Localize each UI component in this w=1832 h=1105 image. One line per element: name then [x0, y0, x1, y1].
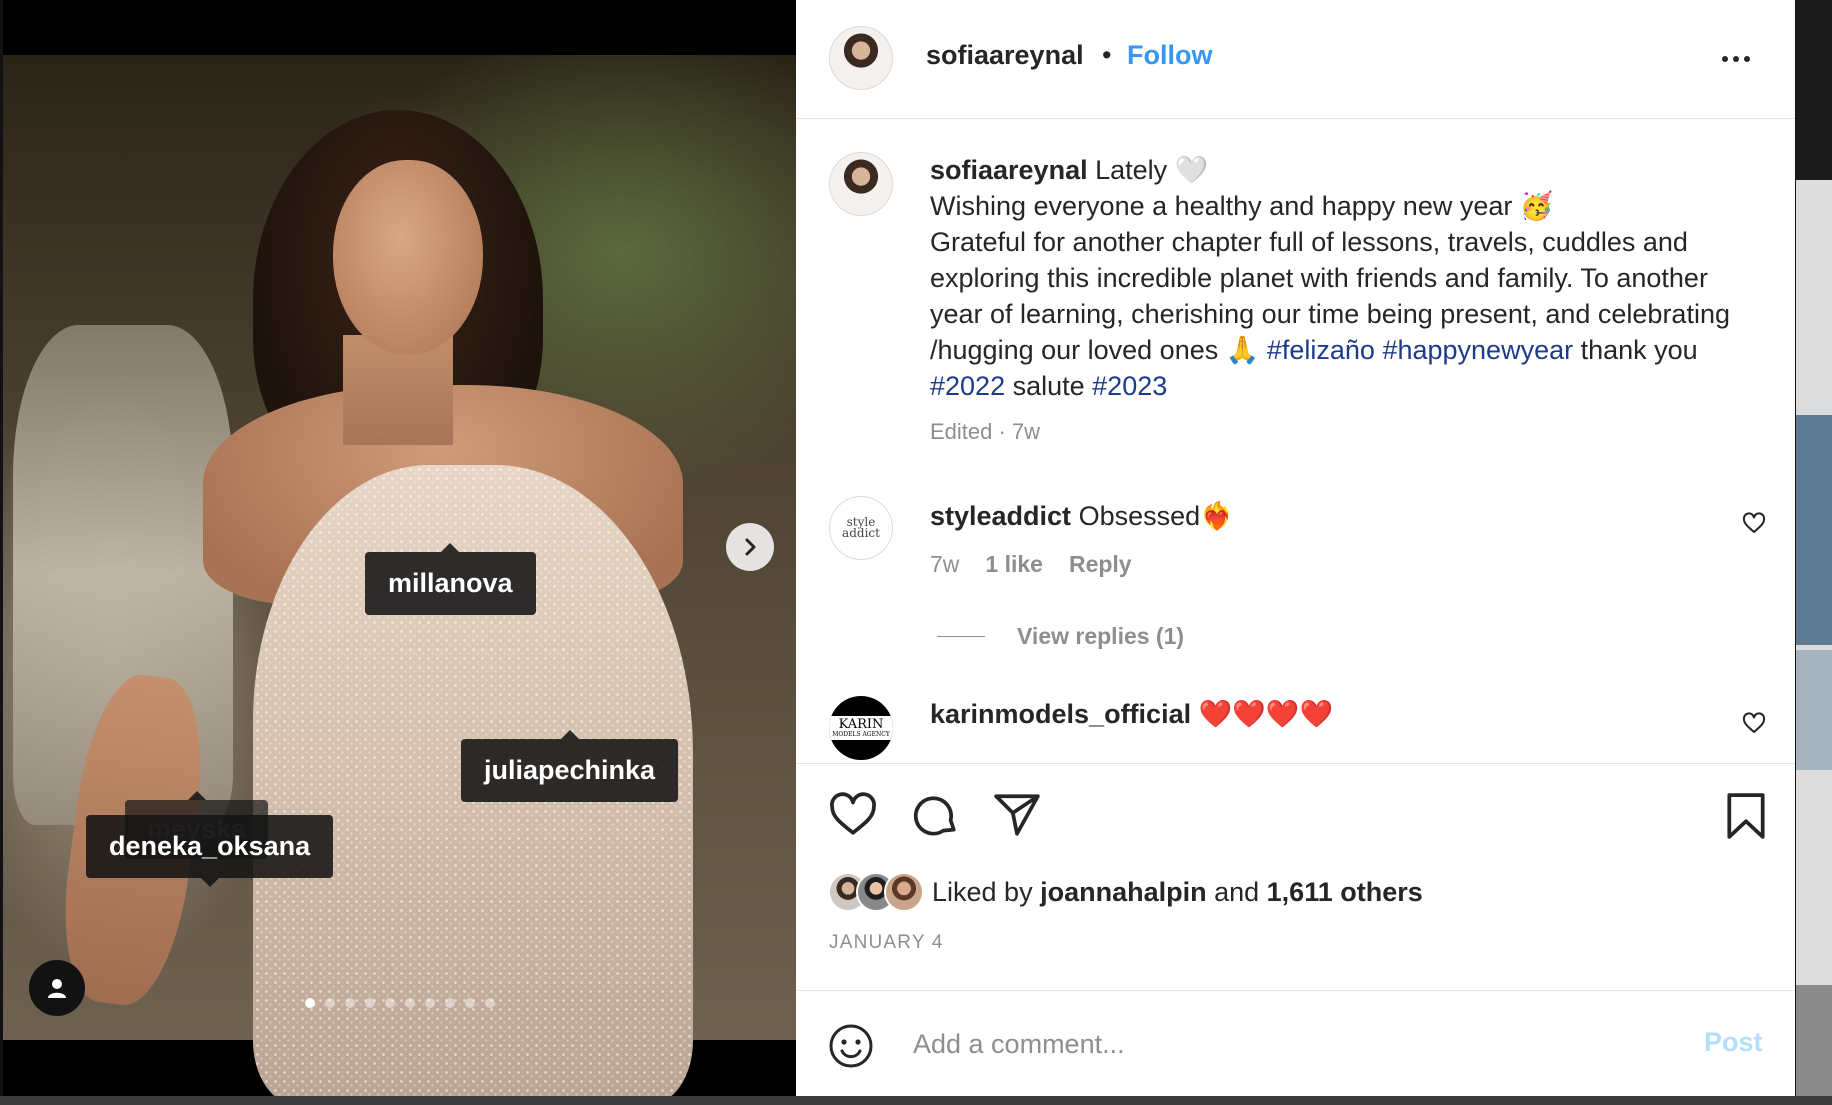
author-avatar[interactable] — [829, 26, 893, 90]
liker-username[interactable]: joannahalpin — [1040, 877, 1207, 907]
header-separator: • — [1102, 40, 1112, 70]
comment-text: Obsessed❤️‍🔥 — [1071, 501, 1234, 531]
comment-likes[interactable]: 1 like — [985, 551, 1043, 578]
caption-text-mid2: salute — [1005, 371, 1093, 401]
caption-line2: Wishing everyone a healthy and happy new… — [930, 191, 1554, 221]
comment-button[interactable] — [910, 790, 960, 845]
bookmark-icon — [1727, 793, 1765, 839]
more-options-button[interactable] — [1722, 56, 1750, 62]
commenter-avatar-karinmodels[interactable]: KARIN MODELS AGENCY — [829, 696, 893, 760]
more-horizontal-icon — [1722, 56, 1728, 62]
caption-username[interactable]: sofiaareynal — [930, 155, 1088, 185]
comment-text: ❤️❤️❤️❤️ — [1191, 699, 1334, 729]
carousel-dot — [405, 998, 415, 1008]
photo-subject-face — [333, 160, 483, 355]
like-comment-button[interactable] — [1742, 712, 1766, 741]
like-comment-button[interactable] — [1742, 512, 1766, 541]
karin-logo-text: KARIN — [838, 717, 884, 732]
user-tag-deneka-oksana[interactable]: deneka_oksana — [86, 815, 334, 887]
likes-text: Liked by joannahalpin and 1,611 others — [932, 877, 1423, 908]
hashtag-link[interactable]: #happynewyear — [1382, 335, 1573, 365]
emoji-button[interactable] — [828, 1023, 874, 1074]
post-photo[interactable]: millanova juliapechinka meyska deneka_ok… — [3, 0, 796, 1096]
caption-line1: Lately 🤍 — [1087, 155, 1209, 185]
caption-meta: Edited · 7w — [930, 419, 1041, 444]
post-date[interactable]: JANUARY 4 — [829, 932, 944, 954]
carousel-indicator — [305, 998, 495, 1008]
carousel-dot — [325, 998, 335, 1008]
commenter-avatar-styleaddict[interactable]: style addict — [829, 496, 893, 560]
comment-username[interactable]: styleaddict — [930, 501, 1071, 531]
user-tag-millanova[interactable]: millanova — [365, 543, 536, 615]
comment-bubble-icon — [913, 796, 956, 836]
background-thumb — [1796, 650, 1832, 770]
karin-logo-sub: MODELS AGENCY — [832, 731, 890, 738]
likes-count-link[interactable]: 1,611 others — [1267, 877, 1423, 907]
caption-text-mid: thank you — [1573, 335, 1698, 365]
share-button[interactable] — [992, 790, 1042, 845]
view-replies-button[interactable]: View replies (1) — [937, 623, 1184, 650]
comment-username[interactable]: karinmodels_official — [930, 699, 1191, 729]
carousel-dot — [445, 998, 455, 1008]
show-tags-button[interactable] — [29, 960, 85, 1016]
user-tag-juliapechinka[interactable]: juliapechinka — [461, 730, 679, 802]
follow-button[interactable]: Follow — [1127, 40, 1212, 71]
carousel-dot — [345, 998, 355, 1008]
heart-icon — [1742, 512, 1766, 533]
next-photo-button[interactable] — [726, 523, 774, 571]
carousel-dot — [385, 998, 395, 1008]
chevron-right-icon — [745, 538, 756, 556]
reply-button[interactable]: Reply — [1069, 551, 1132, 578]
add-comment-bar: Post — [796, 990, 1795, 1097]
view-replies-label: View replies (1) — [1017, 623, 1185, 649]
author-username[interactable]: sofiaareynal — [926, 40, 1084, 71]
heart-icon — [830, 792, 876, 835]
post-header: sofiaareynal • Follow — [796, 0, 1795, 119]
karin-logo: KARIN MODELS AGENCY — [829, 716, 893, 740]
comment-time[interactable]: 7w — [930, 551, 959, 578]
comment-styleaddict: styleaddict Obsessed❤️‍🔥 — [930, 500, 1234, 532]
heart-icon — [1742, 712, 1766, 733]
caption-author-avatar[interactable] — [829, 152, 893, 216]
likes-prefix: Liked by — [932, 876, 1041, 907]
like-button[interactable] — [828, 790, 878, 845]
paper-plane-icon — [994, 794, 1040, 836]
carousel-dot — [305, 998, 315, 1008]
more-dot — [1733, 56, 1739, 62]
carousel-dot — [425, 998, 435, 1008]
comment-input[interactable] — [911, 1021, 1615, 1067]
likes-summary: Liked by joannahalpin and 1,611 others — [828, 872, 1423, 912]
background-thumb — [1796, 415, 1832, 645]
background-page-strip — [1796, 0, 1832, 1105]
replies-line — [937, 636, 985, 637]
carousel-dot — [465, 998, 475, 1008]
post-details-panel: sofiaareynal • Follow sofiaareynal Latel… — [796, 0, 1795, 1096]
carousel-dot — [485, 998, 495, 1008]
post-comment-button[interactable]: Post — [1704, 1027, 1763, 1058]
background-thumb — [1796, 0, 1832, 180]
smiley-icon — [829, 1024, 873, 1068]
background-page-strip-bottom — [0, 1096, 1832, 1105]
hashtag-link[interactable]: #2022 — [930, 371, 1005, 401]
save-button[interactable] — [1724, 792, 1768, 845]
hashtag-link[interactable]: #2023 — [1092, 371, 1167, 401]
hashtag-link[interactable]: #felizaño — [1267, 335, 1375, 365]
background-thumb — [1796, 985, 1832, 1105]
comments-list[interactable]: sofiaareynal Lately 🤍 Wishing everyone a… — [796, 118, 1795, 764]
caption: sofiaareynal Lately 🤍 Wishing everyone a… — [930, 152, 1750, 450]
comment-meta: 7w 1 like Reply — [930, 551, 1132, 578]
styleaddict-logo: style addict — [842, 515, 880, 540]
photo-image — [3, 55, 796, 1096]
more-dot — [1744, 56, 1750, 62]
likes-middle: and — [1206, 876, 1267, 907]
post-actions — [828, 790, 1042, 845]
user-icon — [48, 979, 66, 998]
liker-avatar[interactable] — [884, 872, 924, 912]
comment-karinmodels: karinmodels_official ❤️❤️❤️❤️ — [930, 698, 1333, 730]
carousel-dot — [365, 998, 375, 1008]
